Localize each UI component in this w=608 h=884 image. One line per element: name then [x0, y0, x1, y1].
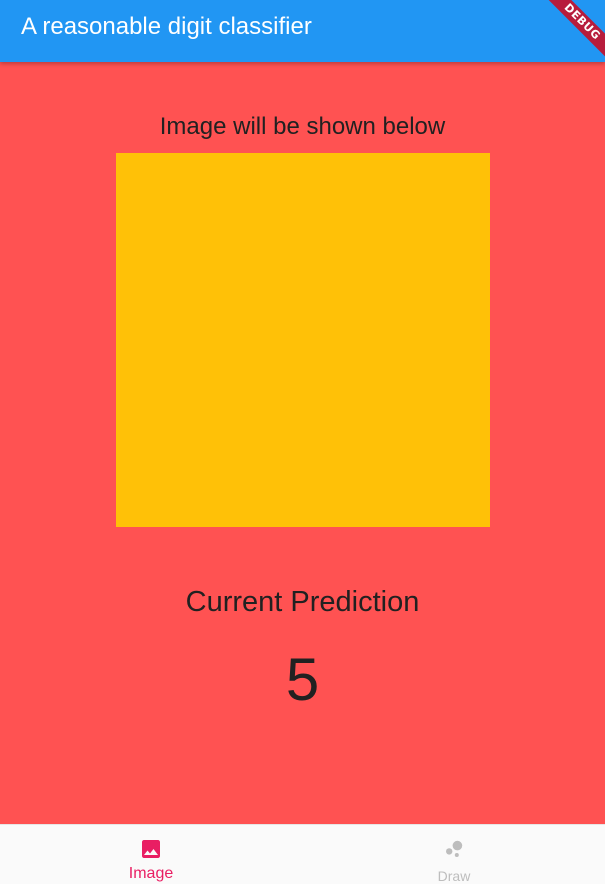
nav-item-image-label: Image	[128, 865, 174, 882]
main-content: Image will be shown below Current Predic…	[0, 62, 605, 824]
app-title: A reasonable digit classifier	[21, 13, 312, 40]
image-display-area	[116, 153, 490, 527]
nav-item-draw-label: Draw	[437, 868, 471, 884]
bottom-navigation: Image Draw	[0, 824, 605, 884]
image-caption: Image will be shown below	[159, 113, 446, 140]
prediction-value: 5	[285, 646, 320, 713]
app-root: A reasonable digit classifier DEBUG Imag…	[0, 0, 605, 884]
image-icon	[142, 840, 160, 858]
bubble-chart-icon	[446, 840, 463, 857]
prediction-title: Current Prediction	[185, 586, 420, 618]
nav-item-draw[interactable]: Draw	[303, 825, 605, 884]
app-bar: A reasonable digit classifier	[0, 0, 605, 62]
nav-item-image[interactable]: Image	[0, 825, 302, 884]
